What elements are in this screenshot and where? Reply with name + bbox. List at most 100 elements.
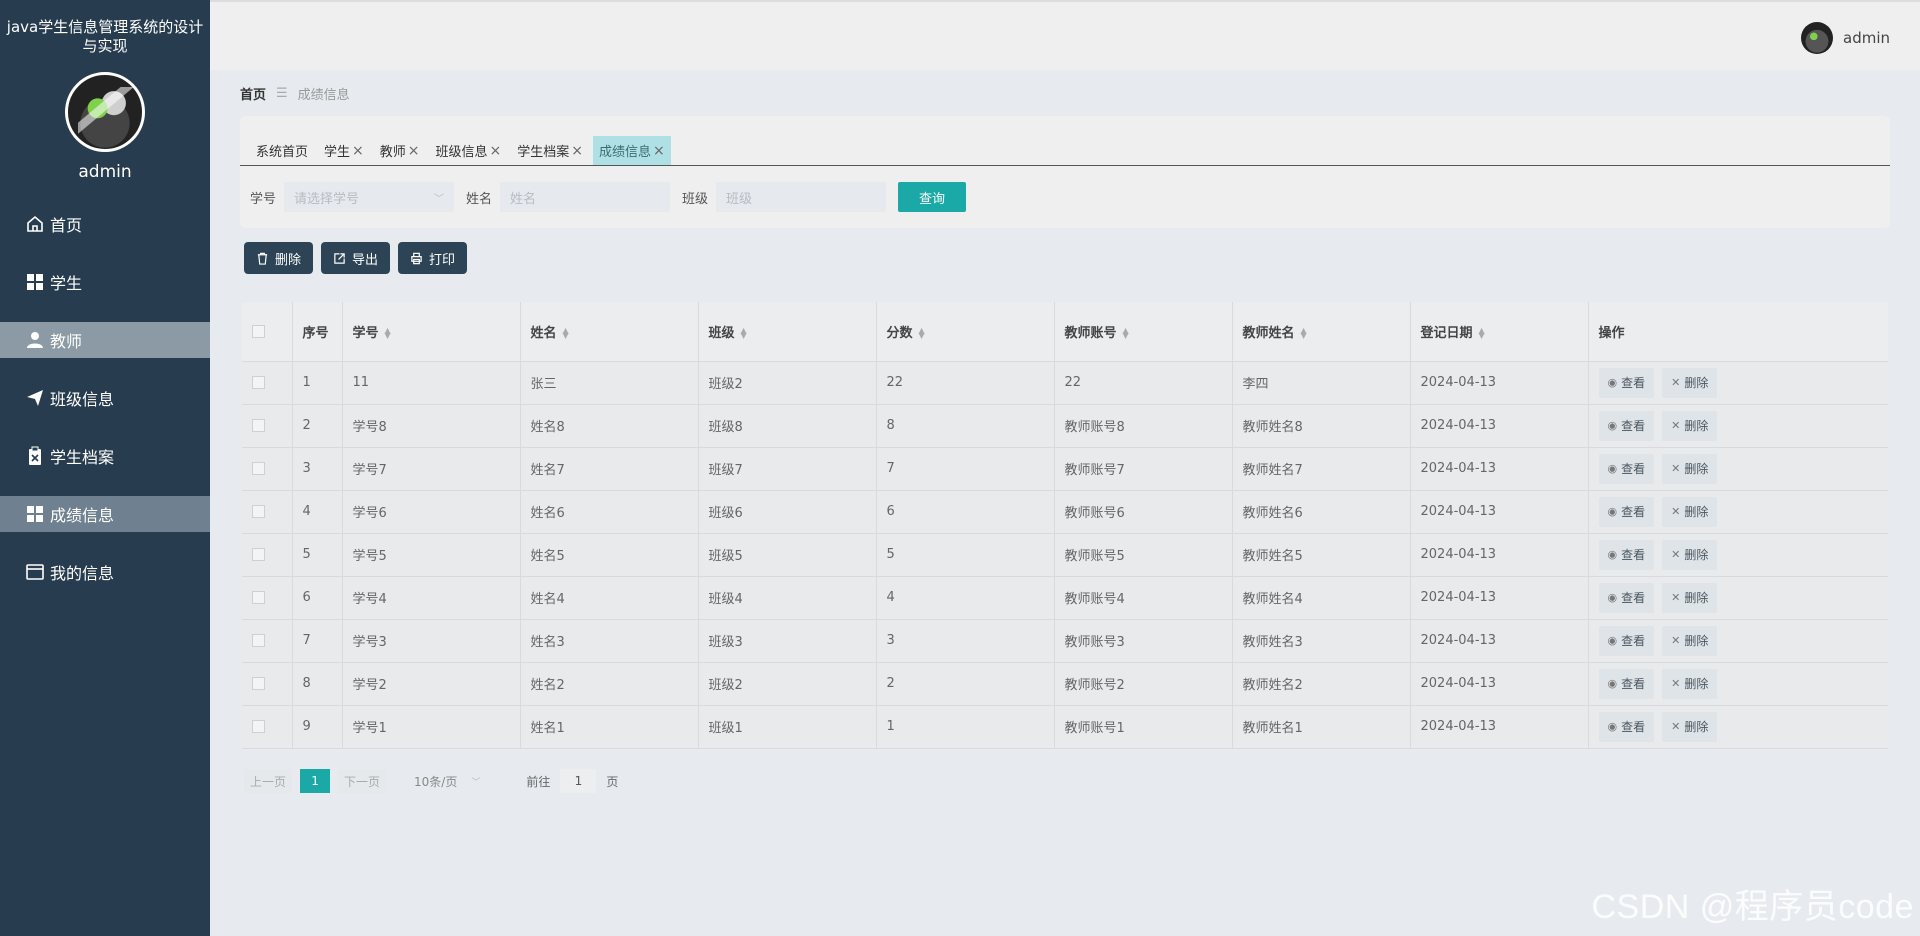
view-button[interactable]: ◉ 查看 xyxy=(1598,367,1655,398)
select-all-cell[interactable] xyxy=(242,302,293,362)
select-all-checkbox[interactable] xyxy=(252,324,265,338)
row-select-cell[interactable] xyxy=(242,361,293,405)
avatar[interactable] xyxy=(1801,22,1833,54)
tab-home[interactable]: 系统首页 xyxy=(250,136,314,165)
tab-archives[interactable]: 学生档案 × xyxy=(511,136,589,165)
view-button[interactable]: ◉ 查看 xyxy=(1598,453,1655,484)
sidebar-item-students[interactable]: 学生 xyxy=(0,264,210,300)
row-checkbox[interactable] xyxy=(252,376,265,389)
send-icon xyxy=(24,387,46,409)
row-actions: ◉ 查看 ✕ 删除 xyxy=(1588,576,1888,620)
table-row[interactable]: 5 学号5 姓名5 班级5 5 教师账号5 教师姓名5 2024-04-13 ◉ 查看 ✕ 删除 xyxy=(242,533,1888,577)
col-date[interactable]: 登记日期 ▲ ▼ xyxy=(1410,302,1589,362)
row-select-cell[interactable] xyxy=(242,576,293,620)
close-icon[interactable]: × xyxy=(490,143,502,159)
breadcrumb-current: 成绩信息 xyxy=(297,88,350,103)
table-row[interactable]: 3 学号7 姓名7 班级7 7 教师账号7 教师姓名7 2024-04-13 ◉ 查看 ✕ 删除 xyxy=(242,447,1888,491)
sort-icon[interactable]: ▲ ▼ xyxy=(385,327,391,340)
view-button[interactable]: ◉ 查看 xyxy=(1598,668,1655,699)
delete-row-button[interactable]: ✕ 删除 xyxy=(1662,496,1718,527)
row-select-cell[interactable] xyxy=(242,447,293,491)
class-input[interactable]: 班级 xyxy=(716,182,887,212)
sort-icon[interactable]: ▲ ▼ xyxy=(741,327,747,340)
tab-teachers[interactable]: 教师 × xyxy=(374,136,426,165)
row-checkbox[interactable] xyxy=(252,462,265,475)
view-button[interactable]: ◉ 查看 xyxy=(1598,539,1655,570)
row-select-cell[interactable] xyxy=(242,404,293,448)
print-button[interactable]: 打印 xyxy=(398,242,468,274)
view-button[interactable]: ◉ 查看 xyxy=(1598,711,1655,742)
sort-icon[interactable]: ▲ ▼ xyxy=(563,327,569,340)
row-select-cell[interactable] xyxy=(242,533,293,577)
close-icon[interactable]: × xyxy=(653,143,665,159)
sidebar-item-classes[interactable]: 班级信息 xyxy=(0,380,210,416)
delete-row-button[interactable]: ✕ 删除 xyxy=(1662,711,1718,742)
sidebar-item-home[interactable]: 首页 xyxy=(0,206,210,242)
goto-page-input[interactable]: 1 xyxy=(560,769,597,793)
row-checkbox[interactable] xyxy=(252,419,265,432)
row-select-cell[interactable] xyxy=(242,619,293,663)
next-page-button[interactable]: 下一页 xyxy=(338,769,387,793)
row-checkbox[interactable] xyxy=(252,548,265,561)
table-row[interactable]: 7 学号3 姓名3 班级3 3 教师账号3 教师姓名3 2024-04-13 ◉ 查看 ✕ 删除 xyxy=(242,619,1888,663)
view-button[interactable]: ◉ 查看 xyxy=(1598,582,1655,613)
user-menu[interactable]: admin xyxy=(1801,22,1890,54)
col-teacher-account[interactable]: 教师账号 ▲ ▼ xyxy=(1054,302,1233,362)
delete-row-button[interactable]: ✕ 删除 xyxy=(1662,582,1718,613)
row-select-cell[interactable] xyxy=(242,662,293,706)
sidebar-item-archives[interactable]: 学生档案 xyxy=(0,438,210,474)
col-teacher-name[interactable]: 教师姓名 ▲ ▼ xyxy=(1232,302,1411,362)
delete-row-button[interactable]: ✕ 删除 xyxy=(1662,539,1718,570)
export-button[interactable]: 导出 xyxy=(321,242,391,274)
row-select-cell[interactable] xyxy=(242,490,293,534)
sort-icon[interactable]: ▲ ▼ xyxy=(1301,327,1307,340)
delete-row-button[interactable]: ✕ 删除 xyxy=(1662,453,1718,484)
view-button[interactable]: ◉ 查看 xyxy=(1598,625,1655,656)
delete-row-button[interactable]: ✕ 删除 xyxy=(1662,367,1718,398)
avatar[interactable] xyxy=(65,72,145,152)
sort-icon[interactable]: ▲ ▼ xyxy=(1123,327,1129,340)
view-button[interactable]: ◉ 查看 xyxy=(1598,496,1655,527)
query-button[interactable]: 查询 xyxy=(898,182,967,212)
sidebar-item-profile[interactable]: 我的信息 xyxy=(0,554,210,590)
sidebar-item-teachers[interactable]: 教师 xyxy=(0,322,210,358)
view-button[interactable]: ◉ 查看 xyxy=(1598,410,1655,441)
row-checkbox[interactable] xyxy=(252,505,265,518)
col-xuehao[interactable]: 学号 ▲ ▼ xyxy=(342,302,521,362)
sort-icon[interactable]: ▲ ▼ xyxy=(919,327,925,340)
table-row[interactable]: 4 学号6 姓名6 班级6 6 教师账号6 教师姓名6 2024-04-13 ◉ 查看 ✕ 删除 xyxy=(242,490,1888,534)
delete-row-button[interactable]: ✕ 删除 xyxy=(1662,625,1718,656)
col-score[interactable]: 分数 ▲ ▼ xyxy=(876,302,1055,362)
delete-button[interactable]: 删除 xyxy=(244,242,314,274)
breadcrumb-home[interactable]: 首页 xyxy=(240,84,266,103)
row-select-cell[interactable] xyxy=(242,705,293,749)
col-class[interactable]: 班级 ▲ ▼ xyxy=(698,302,877,362)
page-number-current[interactable]: 1 xyxy=(300,769,331,793)
cell-name: 姓名1 xyxy=(520,705,699,749)
row-checkbox[interactable] xyxy=(252,634,265,647)
delete-row-button[interactable]: ✕ 删除 xyxy=(1662,668,1718,699)
prev-page-button[interactable]: 上一页 xyxy=(244,769,293,793)
col-name[interactable]: 姓名 ▲ ▼ xyxy=(520,302,699,362)
sort-icon[interactable]: ▲ ▼ xyxy=(1479,327,1485,340)
sidebar-item-grades[interactable]: 成绩信息 xyxy=(0,496,210,532)
table-row[interactable]: 9 学号1 姓名1 班级1 1 教师账号1 教师姓名1 2024-04-13 ◉ 查看 ✕ 删除 xyxy=(242,705,1888,749)
cell-class: 班级5 xyxy=(698,533,877,577)
tab-classes[interactable]: 班级信息 × xyxy=(430,136,508,165)
tab-students[interactable]: 学生 × xyxy=(318,136,370,165)
table-row[interactable]: 8 学号2 姓名2 班级2 2 教师账号2 教师姓名2 2024-04-13 ◉ 查看 ✕ 删除 xyxy=(242,662,1888,706)
row-checkbox[interactable] xyxy=(252,720,265,733)
delete-row-button[interactable]: ✕ 删除 xyxy=(1662,410,1718,441)
page-size-select[interactable]: 10条/页 ﹀ xyxy=(414,773,480,790)
table-row[interactable]: 1 11 张三 班级2 22 22 李四 2024-04-13 ◉ 查看 ✕ 删除 xyxy=(242,361,1888,405)
table-row[interactable]: 2 学号8 姓名8 班级8 8 教师账号8 教师姓名8 2024-04-13 ◉ 查看 ✕ 删除 xyxy=(242,404,1888,448)
close-icon[interactable]: × xyxy=(571,143,583,159)
close-icon[interactable]: × xyxy=(408,143,420,159)
tab-grades[interactable]: 成绩信息 × xyxy=(593,136,671,165)
table-row[interactable]: 6 学号4 姓名4 班级4 4 教师账号4 教师姓名4 2024-04-13 ◉ 查看 ✕ 删除 xyxy=(242,576,1888,620)
name-input[interactable]: 姓名 xyxy=(500,182,671,212)
close-icon[interactable]: × xyxy=(352,143,364,159)
row-checkbox[interactable] xyxy=(252,677,265,690)
row-checkbox[interactable] xyxy=(252,591,265,604)
xuehao-select[interactable]: 请选择学号 ﹀ xyxy=(284,182,455,212)
